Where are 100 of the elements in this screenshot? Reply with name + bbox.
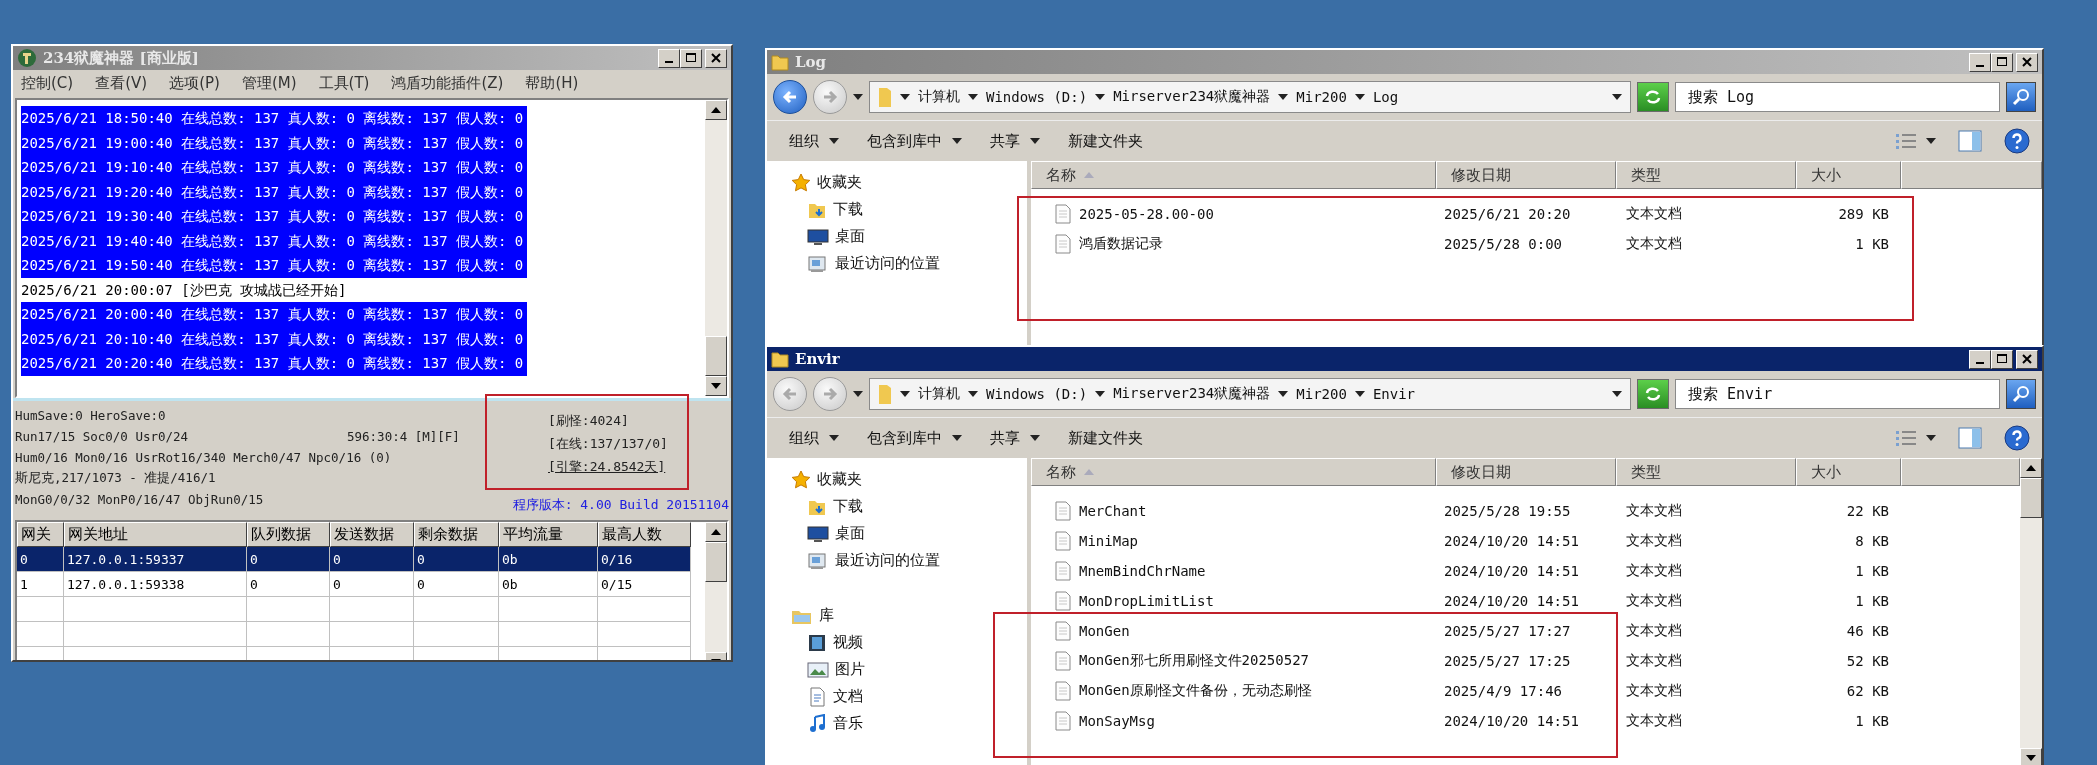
address-bar[interactable]: 计算机 Windows (D:) Mirserver234狱魔神器 Mir200 Envir [869, 378, 1631, 410]
nav-item[interactable]: 下载 [791, 196, 1027, 223]
nav-item[interactable]: 文档 [791, 683, 1027, 710]
refresh-button[interactable] [1637, 379, 1669, 409]
column-header[interactable]: 最高人数 [598, 522, 691, 547]
toolbar-button[interactable]: 新建文件夹 [1058, 424, 1153, 452]
scroll-up-button[interactable] [2020, 458, 2042, 478]
column-header[interactable]: 队列数据 [247, 522, 330, 547]
nav-item[interactable]: 图片 [791, 656, 1027, 683]
column-header[interactable]: 大小 [1796, 161, 1901, 189]
maximize-button[interactable] [680, 48, 702, 68]
toolbar-button[interactable]: 包含到库中 [857, 424, 972, 452]
menu-item[interactable]: 查看(V) [95, 73, 148, 93]
search-button[interactable] [2006, 82, 2036, 112]
toolbar-button[interactable]: 共享 [980, 127, 1050, 155]
file-row[interactable]: MonDropLimitList 2024/10/20 14:51 文本文档 1 KB [1031, 586, 2020, 616]
scroll-down-button[interactable] [705, 376, 727, 396]
menu-item[interactable]: 控制(C) [21, 73, 74, 93]
nav-group[interactable]: 库 [791, 602, 1027, 629]
back-button[interactable] [773, 80, 807, 114]
nav-group[interactable]: 收藏夹 [791, 169, 1027, 196]
column-header[interactable]: 剩余数据 [414, 522, 499, 547]
table-cell[interactable]: 0/15 [598, 572, 691, 597]
nav-item[interactable]: 最近访问的位置 [791, 547, 1027, 574]
toolbar-button[interactable]: 组织 [779, 127, 849, 155]
scrollbar[interactable] [705, 522, 727, 660]
toolbar-button[interactable]: 组织 [779, 424, 849, 452]
column-header[interactable]: 类型 [1616, 458, 1796, 486]
file-row[interactable]: MerChant 2025/5/28 19:55 文本文档 22 KB [1031, 496, 2020, 526]
table-cell[interactable]: 127.0.0.1:59337 [64, 547, 247, 572]
column-header[interactable]: 发送数据 [330, 522, 414, 547]
scrollbar[interactable] [705, 100, 727, 396]
menu-item[interactable]: 选项(P) [169, 73, 220, 93]
refresh-button[interactable] [1637, 82, 1669, 112]
breadcrumb-item[interactable]: Mirserver234狱魔神器 [1113, 385, 1271, 403]
menu-item[interactable]: 鸿盾功能插件(Z) [391, 73, 504, 93]
help-icon[interactable] [2004, 425, 2030, 451]
scroll-down-button[interactable] [2020, 748, 2042, 765]
nav-item[interactable]: 桌面 [791, 223, 1027, 250]
log-line[interactable]: 2025/6/21 20:00:07 [沙巴克 攻城战已经开始] [21, 277, 351, 302]
breadcrumb-item[interactable]: Mir200 [1296, 89, 1347, 105]
breadcrumb-item[interactable]: Mir200 [1296, 386, 1347, 402]
breadcrumb-item[interactable]: Mirserver234狱魔神器 [1113, 88, 1271, 106]
nav-item[interactable]: 桌面 [791, 520, 1027, 547]
breadcrumb-item[interactable]: Log [1372, 89, 1399, 105]
scrollbar[interactable] [2020, 458, 2042, 765]
table-cell[interactable]: 1 [17, 572, 64, 597]
table-cell[interactable]: 0 [247, 572, 330, 597]
address-bar[interactable]: 计算机 Windows (D:) Mirserver234狱魔神器 Mir200 Log [869, 81, 1631, 113]
menu-item[interactable]: 帮助(H) [525, 73, 579, 93]
minimize-button[interactable] [1969, 349, 1991, 369]
file-row[interactable]: MiniMap 2024/10/20 14:51 文本文档 8 KB [1031, 526, 2020, 556]
column-header[interactable]: 平均流量 [499, 522, 598, 547]
search-field[interactable]: 搜索 Log [1675, 82, 2000, 112]
maximize-button[interactable] [1991, 52, 2013, 72]
close-button[interactable] [705, 48, 727, 68]
column-header[interactable]: 网关 [17, 522, 64, 547]
menu-item[interactable]: 工具(T) [318, 73, 370, 93]
file-row[interactable]: MnemBindChrName 2024/10/20 14:51 文本文档 1 KB [1031, 556, 2020, 586]
file-row[interactable]: MonSayMsg 2024/10/20 14:51 文本文档 1 KB [1031, 706, 2020, 736]
table-cell[interactable]: 0b [499, 572, 598, 597]
column-header[interactable]: 网关地址 [64, 522, 247, 547]
table-cell[interactable]: 0 [414, 547, 499, 572]
table-cell[interactable]: 0 [330, 572, 414, 597]
close-button[interactable] [2016, 349, 2038, 369]
close-button[interactable] [2016, 52, 2038, 72]
breadcrumb-item[interactable]: Windows (D:) [986, 89, 1088, 105]
file-row[interactable]: MonGen邪七所用刷怪文件20250527 2025/5/27 17:25 文本文档 52 KB [1031, 646, 2020, 676]
column-header[interactable]: 修改日期 [1436, 458, 1616, 486]
scroll-thumb[interactable] [2020, 478, 2042, 518]
table-cell[interactable]: 0b [499, 547, 598, 572]
breadcrumb-item[interactable]: 计算机 [918, 385, 960, 403]
breadcrumb-item[interactable]: Envir [1372, 386, 1416, 402]
menu-item[interactable]: 管理(M) [241, 73, 297, 93]
toolbar-button[interactable]: 共享 [980, 424, 1050, 452]
file-row[interactable]: 鸿盾数据记录 2025/5/28 0:00 文本文档 1 KB [1031, 229, 2042, 259]
scroll-thumb[interactable] [705, 542, 727, 582]
toolbar-button[interactable]: 包含到库中 [857, 127, 972, 155]
scroll-up-button[interactable] [705, 100, 727, 120]
table-cell[interactable]: 0 [414, 572, 499, 597]
scroll-up-button[interactable] [705, 522, 727, 542]
column-header[interactable]: 修改日期 [1436, 161, 1616, 189]
minimize-button[interactable] [658, 48, 680, 68]
column-header[interactable]: 名称 [1031, 458, 1436, 486]
column-header[interactable]: 类型 [1616, 161, 1796, 189]
nav-item[interactable]: 最近访问的位置 [791, 250, 1027, 277]
search-button[interactable] [2006, 379, 2036, 409]
file-row[interactable]: 2025-05-28.00-00 2025/6/21 20:20 文本文档 289 KB [1031, 199, 2042, 229]
search-field[interactable]: 搜索 Envir [1675, 379, 2000, 409]
toolbar-button[interactable]: 新建文件夹 [1058, 127, 1153, 155]
nav-item[interactable]: 音乐 [791, 710, 1027, 737]
nav-group[interactable]: 收藏夹 [791, 466, 1027, 493]
nav-item[interactable]: 视频 [791, 629, 1027, 656]
file-row[interactable]: MonGen原刷怪文件备份，无动态刷怪 2025/4/9 17:46 文本文档 62 KB [1031, 676, 2020, 706]
column-header[interactable]: 名称 [1031, 161, 1436, 189]
breadcrumb-item[interactable]: Windows (D:) [986, 386, 1088, 402]
scroll-thumb[interactable] [705, 336, 727, 376]
breadcrumb-item[interactable]: 计算机 [918, 88, 960, 106]
table-cell[interactable]: 0/16 [598, 547, 691, 572]
table-cell[interactable]: 0 [17, 547, 64, 572]
